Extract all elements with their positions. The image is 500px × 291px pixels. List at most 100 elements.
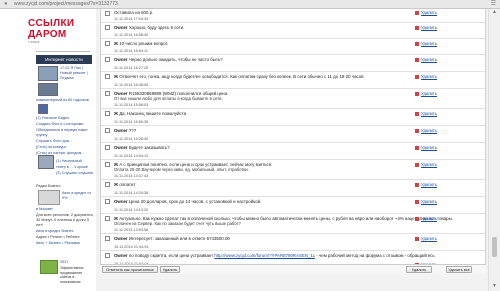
message-text: Owner по поводу скрипта, если цена устра… (114, 253, 435, 258)
page-scrollbar[interactable]: ▲ ▼ (488, 9, 500, 291)
message-checkbox[interactable] (105, 74, 110, 79)
site-logo[interactable]: ССЫЛКИ ДАРОМ • поиск (28, 19, 88, 45)
car-ad-text[interactable]: Авто в кредит от 9% (62, 191, 94, 201)
delete-icon (415, 111, 419, 116)
logo-subtitle: • поиск (28, 40, 40, 44)
message-text: Ж 10 число решим вопрос (114, 41, 168, 46)
message-link[interactable]: http://www.zycjd.com/forum/?YPAR8790RASE… (214, 253, 315, 258)
delete-selected-button[interactable]: Удалить (160, 266, 180, 273)
message-row: Ж Да, Наконец пишите пожалуйста 11.11.20… (101, 109, 485, 126)
news-link[interactable]: Слушать Фото для... (36, 139, 94, 144)
news-thumbnail-1[interactable] (38, 66, 58, 81)
message-date: 11.11.2014 16:27:25 (114, 66, 149, 70)
delete-message-button[interactable]: Удалить (415, 74, 437, 79)
message-row: Owner Интересует: заказанный или в ответ… (101, 234, 485, 251)
message-checkbox[interactable] (105, 182, 110, 187)
message-date: 11.11.2014 15:28:30 (114, 137, 149, 141)
delete-message-button[interactable]: Удалить (415, 182, 437, 187)
message-text: Owner Будете заказывать? (114, 145, 170, 150)
message-date: 10.11.2014 21:44:51 (114, 245, 149, 249)
message-checkbox[interactable] (105, 145, 110, 150)
news-link[interactable]: [Стих] на конкурс (36, 145, 94, 150)
message-checkbox[interactable] (105, 253, 110, 258)
news-link[interactable]: (3) Слушать слушать (56, 171, 94, 176)
news-thumbnail-2[interactable] (38, 83, 58, 96)
scroll-up-icon[interactable]: ▲ (491, 10, 498, 15)
delete-message-button[interactable]: Удалить (415, 145, 437, 150)
message-row: Owner Хорошо, буду здесь в сети. 11.11.2… (101, 23, 485, 39)
scrollbar-thumb[interactable] (492, 237, 497, 257)
delete-label: Удалить (421, 25, 437, 30)
delete-message-button[interactable]: Удалить (415, 111, 437, 116)
delete-message-button[interactable]: Удалить (415, 41, 437, 46)
delete-label: Удалить (421, 57, 437, 62)
message-checkbox[interactable] (105, 111, 110, 116)
delete-message-button[interactable]: Удалить (415, 162, 437, 167)
delete-label: Удалить (421, 10, 437, 15)
moscow-ad-title[interactable]: в Москве! (36, 207, 94, 212)
delete-button[interactable]: Удалить (406, 266, 432, 273)
left-sidebar: ССЫЛКИ ДАРОМ • поиск Интернет новости 17… (0, 9, 96, 291)
menu-icon[interactable]: ☰ (491, 1, 496, 8)
ad-footer[interactable]: Авто + Бизнес • Реклама (36, 241, 94, 246)
news-link[interactable]: Объединился в первую пакет группу (36, 128, 94, 138)
car-ad[interactable]: Авто в кредит от 9% (62, 191, 94, 202)
url-text[interactable]: www.zycjd.com/project/messages/?x=313277… (14, 1, 118, 8)
message-checkbox[interactable] (105, 11, 110, 16)
moscow-ad: в Москве! Для всех регионов, 2 документа… (36, 207, 94, 247)
news-item-1[interactable]: 17:02 Я Пик | Новый ремонт | Отдыха (60, 66, 94, 81)
message-body-line-2: От вас нашли любо для оплаты я когда быв… (114, 96, 223, 101)
news-link[interactable]: театр в ... 1 кроме (56, 165, 94, 170)
message-date: 11.11.2014 14:37:43 (114, 174, 149, 178)
message-checkbox[interactable] (105, 57, 110, 62)
message-checkbox[interactable] (105, 25, 110, 30)
message-checkbox[interactable] (105, 236, 110, 241)
news-link[interactable]: (1) Начальный (56, 159, 94, 164)
message-author: Ж (114, 41, 118, 46)
delete-icon (415, 145, 419, 150)
sidebar-news-header: Интернет новости (36, 55, 92, 64)
delete-message-button[interactable]: Удалить (415, 10, 437, 15)
message-checkbox[interactable] (105, 199, 110, 204)
message-date: 11.11.2014 16:46:06 (114, 83, 149, 87)
message-body: Хорошо, буду здесь в сети. (128, 25, 185, 30)
message-checkbox[interactable] (105, 91, 110, 96)
message-row: Ж А с принципом понятно, если цена и сро… (101, 160, 485, 180)
moscow-ad-more[interactable]: Авто в кредит бизнес (36, 229, 94, 234)
seo-ad-title[interactable]: SEO (60, 260, 94, 265)
news-link[interactable]: Создать блог и с которыми (36, 122, 94, 127)
news-thumbnail-4[interactable] (38, 155, 54, 169)
message-date: 11.11.2014 13:53:58 (114, 228, 149, 232)
message-row: Ж Отвлечет его, гонка, ищу когда будет/е… (101, 72, 485, 89)
message-checkbox[interactable] (105, 128, 110, 133)
message-author: Ж (114, 111, 118, 116)
seo-ad-image[interactable] (40, 260, 58, 274)
news-item-2[interactable]: компьютерный из 60 годочков (36, 98, 94, 103)
delete-message-button[interactable]: Удалить (415, 216, 437, 221)
delete-message-button[interactable]: Удалить (415, 57, 437, 62)
delete-label: Удалить (421, 74, 437, 79)
delete-message-button[interactable]: Удалить (415, 199, 437, 204)
delete-icon (415, 236, 419, 241)
mark-read-button[interactable]: Отметить как прочитанные (102, 266, 158, 273)
news-list-2: (1) Начальный театр в ... 1 кроме (3) Сл… (56, 159, 94, 177)
message-checkbox[interactable] (105, 162, 110, 167)
message-body: Черно дольно ожидать, чтобы не часто быт… (128, 57, 223, 62)
delete-icon (415, 91, 419, 96)
delete-message-button[interactable]: Удалить (415, 236, 437, 241)
message-checkbox[interactable] (105, 41, 110, 46)
scroll-down-icon[interactable]: ▼ (491, 284, 498, 289)
message-date: 11.11.2014 17:04:34 (114, 17, 149, 21)
message-body: оплатит (119, 182, 136, 187)
logo-line-1: ССЫЛКИ (28, 18, 75, 29)
news-thumbnail-3[interactable] (38, 104, 48, 114)
message-checkbox[interactable] (105, 216, 110, 221)
delete-all-button[interactable]: Удалить все (446, 266, 472, 273)
car-image[interactable] (38, 190, 60, 205)
delete-icon (415, 182, 419, 187)
delete-message-button[interactable]: Удалить (415, 25, 437, 30)
news-link[interactable]: (1) Уличные Видео (36, 116, 94, 121)
delete-message-button[interactable]: Удалить (415, 91, 437, 96)
delete-message-button[interactable]: Удалить (415, 128, 437, 133)
delete-icon (415, 74, 419, 79)
